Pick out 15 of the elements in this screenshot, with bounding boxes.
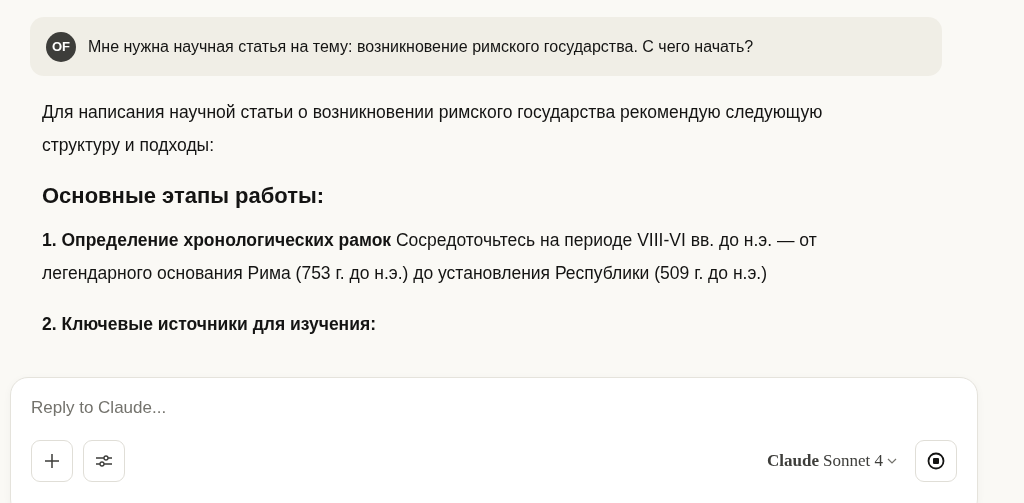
sliders-icon [95, 453, 113, 469]
reply-input[interactable]: Reply to Claude... [31, 398, 631, 418]
response-paragraph: 1. Определение хронологических рамок Сосредоточьтесь на периоде VIII-VI вв. до н.э. — от легендарного основания Рима (753 г. до н.э.) до установления Республики (509 г. до н.э.) [42, 229, 818, 285]
chevron-down-icon [887, 458, 897, 464]
plus-icon [44, 453, 60, 469]
user-avatar[interactable]: OF [46, 31, 76, 62]
add-button[interactable] [31, 440, 73, 482]
list-heading: 2. Ключевые источники для изучения: [42, 313, 377, 336]
section-heading: Основные этапы работы: [42, 182, 326, 210]
record-icon [927, 452, 945, 470]
user-message-text: Мне нужна научная статья на тему: возникновение римского государства. С чего начать? [88, 37, 754, 56]
record-button[interactable] [915, 440, 957, 482]
model-selector[interactable]: Claude Sonnet 4 [759, 451, 905, 471]
settings-button[interactable] [83, 440, 125, 482]
response-paragraph: Для написания научной статьи о возникновении римского государства рекомендую следующую структуру и подходы: [42, 101, 824, 157]
